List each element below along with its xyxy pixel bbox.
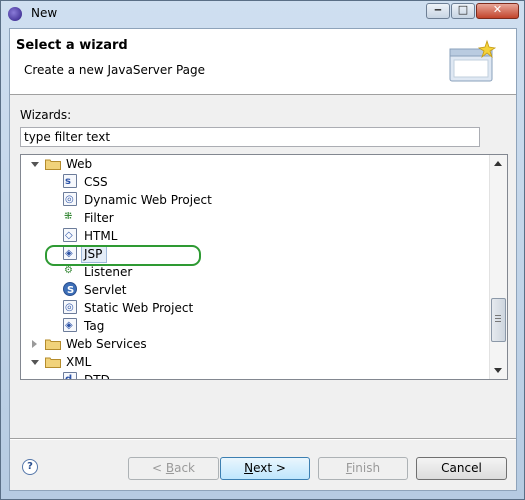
maximize-icon: □ [457,3,469,16]
folder-icon [45,159,61,170]
tree-item-html[interactable]: ◇ HTML [63,227,483,245]
tree-item-label: Filter [84,211,114,225]
finish-rest: inish [351,461,381,475]
scrollbar-thumb[interactable] [491,298,506,342]
tree-item-label: XML [66,355,92,369]
expand-arrow-icon[interactable] [31,162,39,167]
tree-item-label: Servlet [84,283,127,297]
wizard-banner-icon [449,39,497,82]
tag-file-icon: ◈ [63,318,77,332]
scroll-down-icon[interactable] [494,368,502,373]
button-bar-divider [10,438,516,440]
listener-icon: ⚙ [64,265,73,276]
web-project-icon: ◎ [63,192,77,206]
tree-item-web-services[interactable]: Web Services [29,335,489,353]
tree-item-filter[interactable]: ⁜ Filter [63,209,483,227]
tree-item-label: CSS [84,175,108,189]
tree-item-css[interactable]: s CSS [63,173,483,191]
tree-item-label: Static Web Project [84,301,194,315]
back-prefix: < [151,461,166,475]
back-rest: ack [174,461,195,475]
wizard-filter-input[interactable] [20,127,480,147]
eclipse-icon [8,7,22,21]
expand-arrow-icon[interactable] [31,360,39,365]
minimize-button[interactable]: ‒ [426,3,450,19]
tree-item-xml[interactable]: XML [29,353,489,371]
tree-item-label: Tag [84,319,105,333]
cancel-button[interactable]: Cancel [416,457,507,480]
banner-title: Select a wizard [16,38,128,53]
maximize-button[interactable]: □ [451,3,475,19]
help-icon[interactable]: ? [22,459,38,475]
folder-icon [45,339,61,350]
back-mnemonic: B [165,461,175,475]
back-button[interactable]: < Back [128,457,219,480]
tree-scrollbar[interactable] [489,155,507,379]
wizards-label: Wizards: [20,108,72,122]
tree-item-label: DTD [84,373,110,380]
close-icon: ✕ [492,3,503,16]
scroll-up-icon[interactable] [494,161,502,166]
web-project-icon: ◎ [63,300,77,314]
minimize-icon: ‒ [434,3,442,16]
dialog-client-area: Select a wizard Create a new JavaServer … [9,28,517,491]
window-title: New [31,6,58,20]
next-mnemonic: N [244,461,254,475]
filter-icon: ⁜ [64,211,73,222]
jsp-highlight-ring [45,245,201,266]
tree-item-label: Web Services [66,337,147,351]
dtd-file-icon: d [63,372,77,379]
html-file-icon: ◇ [63,228,77,242]
next-rest: ext > [253,461,286,475]
collapsed-arrow-icon[interactable] [32,340,37,348]
wizard-tree[interactable]: Web s CSS ◎ Dynamic Web Project ⁜ Filter… [20,154,508,380]
folder-icon [45,357,61,368]
tree-item-label: Dynamic Web Project [84,193,212,207]
title-bar[interactable]: New ‒ □ ✕ [1,1,524,27]
new-wizard-window: New ‒ □ ✕ Select a wizard Create a new J… [0,0,525,500]
close-button[interactable]: ✕ [476,3,519,19]
tree-item-servlet[interactable]: S Servlet [63,281,483,299]
finish-button[interactable]: Finish [318,457,408,480]
servlet-icon: S [63,282,77,296]
wizard-banner: Select a wizard Create a new JavaServer … [10,29,516,95]
tree-item-dtd[interactable]: d DTD [63,371,483,380]
tree-item-dynamic-web-project[interactable]: ◎ Dynamic Web Project [63,191,483,209]
tree-item-tag[interactable]: ◈ Tag [63,317,483,335]
tree-item-web[interactable]: Web [29,155,489,173]
banner-description: Create a new JavaServer Page [24,63,206,77]
tree-item-label: Web [66,157,93,171]
next-button[interactable]: Next > [220,457,310,480]
tree-item-label: HTML [84,229,118,243]
css-file-icon: s [63,174,77,188]
tree-item-static-web-project[interactable]: ◎ Static Web Project [63,299,483,317]
